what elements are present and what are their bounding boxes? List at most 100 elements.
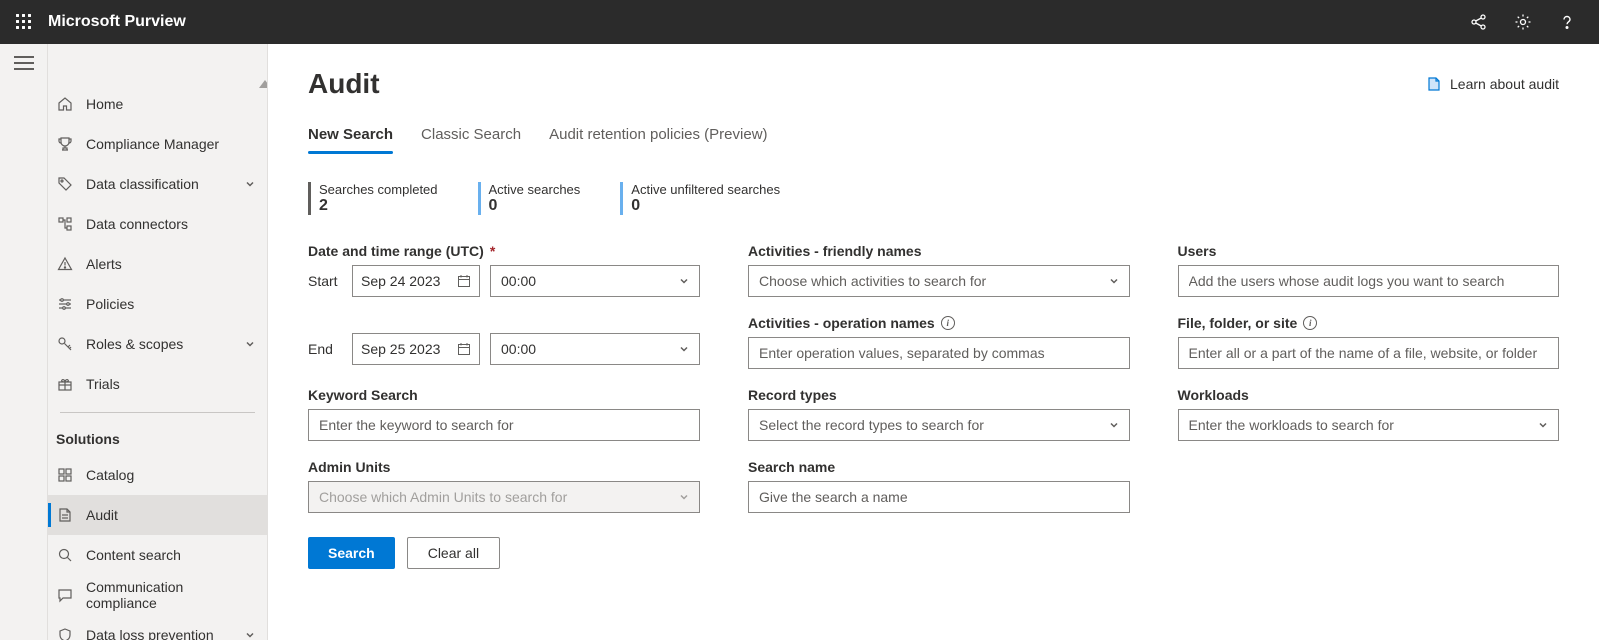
form-actions: Search Clear all [308,537,1559,569]
chevron-down-icon [679,492,689,502]
stat-active-unfiltered-searches: Active unfiltered searches 0 [620,182,780,215]
keyword-search-input[interactable] [308,409,700,441]
field-label: Activities - friendly names [748,243,1130,259]
learn-link-text: Learn about audit [1450,76,1559,92]
sidebar-item-compliance-manager[interactable]: Compliance Manager [48,124,267,164]
sidebar-item-label: Content search [86,547,255,563]
hamburger-icon[interactable] [14,56,34,70]
stat-label: Searches completed [319,182,438,197]
share-icon[interactable] [1463,6,1495,38]
field-record-types: Record types Select the record types to … [748,387,1130,441]
sidebar-item-data-loss-prevention[interactable]: Data loss prevention [48,615,267,640]
info-icon[interactable]: i [1303,316,1317,330]
field-label: Keyword Search [308,387,700,403]
calendar-icon [457,274,471,288]
tab-audit-retention-policies[interactable]: Audit retention policies (Preview) [549,116,767,153]
sidebar-item-content-search[interactable]: Content search [48,535,267,575]
sidebar-item-communication-compliance[interactable]: Communication compliance [48,575,267,615]
header-left: Microsoft Purview [16,13,186,31]
settings-icon[interactable] [1507,6,1539,38]
chevron-down-icon [679,344,689,354]
chevron-down-icon [245,339,255,349]
sidebar-item-catalog[interactable]: Catalog [48,455,267,495]
chevron-down-icon [245,630,255,640]
chevron-down-icon [1109,276,1119,286]
sidebar-item-alerts[interactable]: Alerts [48,244,267,284]
nav-section-solutions: Solutions [48,421,267,455]
sidebar-item-label: Trials [86,376,255,392]
connector-icon [56,215,74,233]
search-button[interactable]: Search [308,537,395,569]
sidebar-item-policies[interactable]: Policies [48,284,267,324]
field-users: Users [1178,243,1560,297]
app-launcher-icon[interactable] [16,14,32,30]
field-label: Admin Units [308,459,700,475]
select-placeholder: Select the record types to search for [759,417,1109,433]
date-row-start: Start Sep 24 2023 00:00 [308,265,700,297]
field-admin-units: Admin Units Choose which Admin Units to … [308,459,700,513]
start-time-input[interactable]: 00:00 [490,265,700,297]
end-time-value: 00:00 [501,341,679,357]
sidebar-item-roles-scopes[interactable]: Roles & scopes [48,324,267,364]
field-activities-operation: Activities - operation names i [748,315,1130,369]
tab-classic-search[interactable]: Classic Search [421,116,521,153]
stats-row: Searches completed 2 Active searches 0 A… [308,182,1559,215]
field-search-name: Search name [748,459,1130,513]
calendar-icon [457,342,471,356]
tab-new-search[interactable]: New Search [308,116,393,153]
field-keyword-search: Keyword Search [308,387,700,441]
trophy-icon [56,135,74,153]
tag-icon [56,175,74,193]
sidebar: Home Compliance Manager Data classificat… [48,44,268,640]
end-date-input[interactable]: Sep 25 2023 [352,333,480,365]
field-label-date-range: Date and time range (UTC) * [308,243,700,259]
start-date-input[interactable]: Sep 24 2023 [352,265,480,297]
clear-all-button[interactable]: Clear all [407,537,500,569]
learn-about-audit-link[interactable]: Learn about audit [1426,76,1559,92]
file-folder-site-input[interactable] [1178,337,1560,369]
activities-friendly-select[interactable]: Choose which activities to search for [748,265,1130,297]
select-placeholder: Choose which activities to search for [759,273,1109,289]
stat-bar [620,182,623,215]
date-row-end: End Sep 25 2023 00:00 [308,333,700,365]
sidebar-item-label: Data classification [86,176,233,192]
label-text: Activities - operation names [748,315,935,331]
search-name-input[interactable] [748,481,1130,513]
sidebar-item-label: Policies [86,296,255,312]
book-icon [1426,76,1442,92]
sidebar-item-label: Home [86,96,255,112]
stat-value: 2 [319,197,438,215]
end-time-input[interactable]: 00:00 [490,333,700,365]
field-label: Search name [748,459,1130,475]
chevron-down-icon [679,276,689,286]
activities-operation-input[interactable] [748,337,1130,369]
info-icon[interactable]: i [941,316,955,330]
nav-divider [60,412,255,413]
help-icon[interactable] [1551,6,1583,38]
field-workloads: Workloads Enter the workloads to search … [1178,387,1560,441]
sidebar-item-data-classification[interactable]: Data classification [48,164,267,204]
sidebar-item-trials[interactable]: Trials [48,364,267,404]
stat-label: Active searches [489,182,581,197]
app-title: Microsoft Purview [48,13,186,31]
chat-icon [56,586,74,604]
chevron-down-icon [245,179,255,189]
record-types-select[interactable]: Select the record types to search for [748,409,1130,441]
field-activities-friendly: Activities - friendly names Choose which… [748,243,1130,297]
field-label: Activities - operation names i [748,315,1130,331]
sidebar-item-audit[interactable]: Audit [48,495,267,535]
field-label: File, folder, or site i [1178,315,1560,331]
label-text: Date and time range (UTC) [308,243,484,259]
admin-units-select: Choose which Admin Units to search for [308,481,700,513]
sidebar-item-label: Audit [86,507,255,523]
start-date-value: Sep 24 2023 [361,273,457,289]
stat-active-searches: Active searches 0 [478,182,581,215]
sidebar-item-home[interactable]: Home [48,84,267,124]
header-right [1463,6,1583,38]
users-input[interactable] [1178,265,1560,297]
stat-value: 0 [489,197,581,215]
sidebar-item-data-connectors[interactable]: Data connectors [48,204,267,244]
stat-bar [478,182,481,215]
workloads-select[interactable]: Enter the workloads to search for [1178,409,1560,441]
field-label: Users [1178,243,1560,259]
